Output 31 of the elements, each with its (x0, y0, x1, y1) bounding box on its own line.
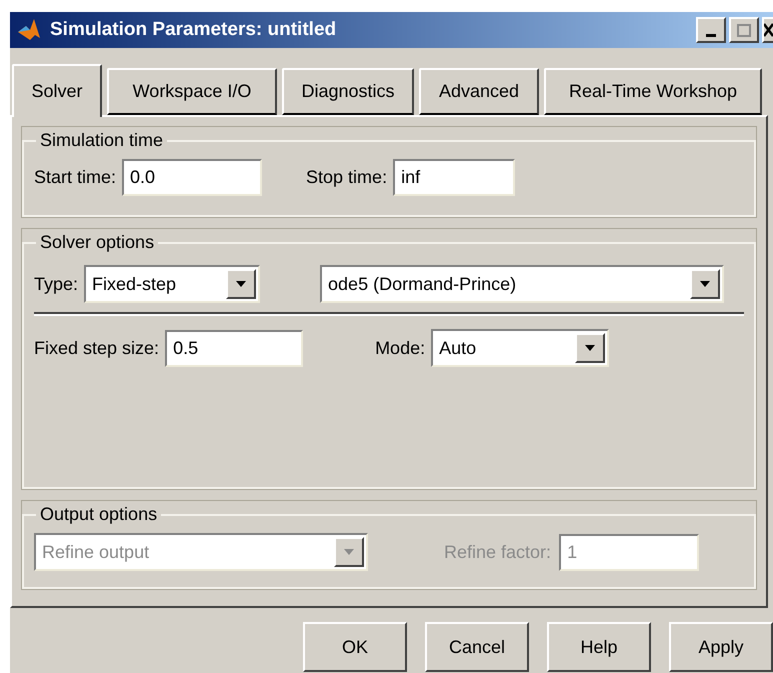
start-time-field[interactable]: 0.0 (122, 158, 262, 196)
fixed-step-size-field[interactable]: 0.5 (165, 330, 304, 366)
field-label: Fixed step size: (34, 336, 160, 360)
stop-time-field[interactable]: inf (393, 158, 516, 196)
dialog-button[interactable]: OK (303, 622, 407, 672)
solver-type-dropdown[interactable]: Fixed-step (84, 265, 260, 303)
dialog-button[interactable]: Apply (669, 622, 773, 672)
close-icon (764, 23, 773, 37)
group-title: Output options (39, 503, 158, 526)
maximize-button[interactable] (729, 17, 759, 43)
minimize-icon (706, 34, 716, 37)
field-label: Refine factor: (444, 540, 552, 564)
tab[interactable]: Workspace I/O (107, 68, 277, 115)
field-label: Start time: (34, 166, 116, 188)
tab[interactable]: Advanced (419, 68, 539, 115)
minimize-button[interactable] (696, 17, 726, 43)
field-label: Mode: (375, 336, 426, 360)
window-title: Simulation Parameters: untitled (50, 18, 336, 42)
mode-dropdown[interactable]: Auto (431, 329, 610, 367)
group-title: Solver options (39, 231, 156, 254)
tab[interactable]: Real-Time Workshop (544, 68, 762, 115)
solver-dropdown[interactable]: ode5 (Dormand-Prince) (320, 265, 724, 303)
maximize-icon (737, 24, 751, 36)
dialog-button[interactable]: Help (547, 622, 651, 672)
tab[interactable]: Solver (12, 64, 102, 117)
close-button[interactable] (762, 17, 773, 43)
dialog-button[interactable]: Cancel (425, 622, 529, 672)
field-label: Type: (34, 272, 78, 296)
field-label: Stop time: (306, 166, 388, 189)
group-title: Simulation time (39, 129, 164, 152)
tab[interactable]: Diagnostics (282, 68, 414, 115)
